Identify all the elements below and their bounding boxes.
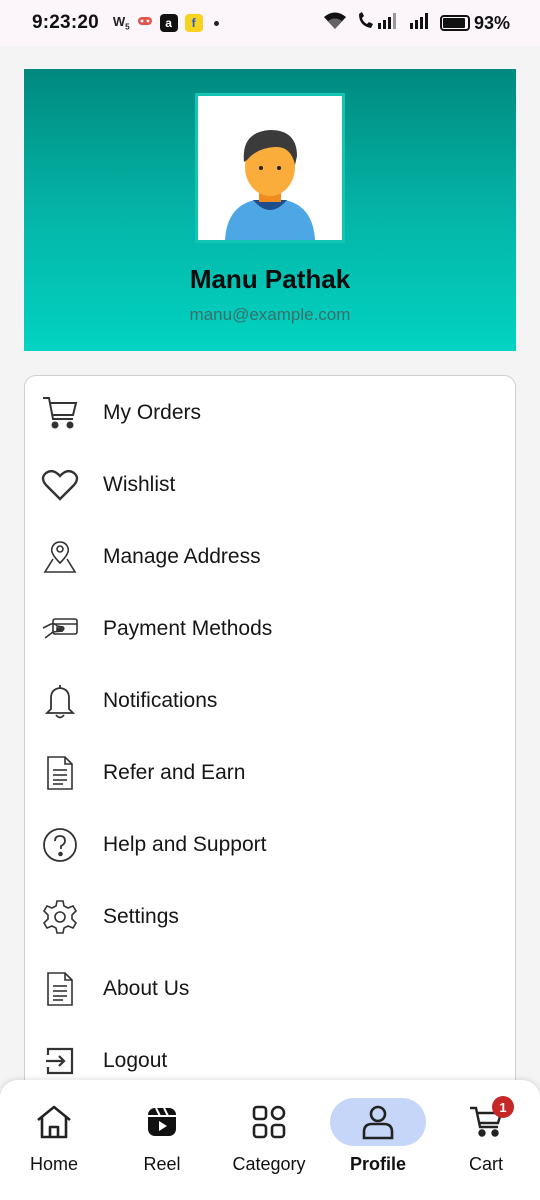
menu-item-payment-methods[interactable]: Payment Methods xyxy=(25,593,515,665)
notification-icons: W5 a f xyxy=(113,14,219,32)
menu-item-label: Payment Methods xyxy=(103,617,273,640)
menu-item-label: My Orders xyxy=(103,401,202,424)
menu-item-label: Notifications xyxy=(103,689,218,712)
wifi-icon xyxy=(322,11,348,36)
status-time: 9:23:20 xyxy=(32,12,99,33)
home-icon xyxy=(34,1102,74,1142)
cart-badge: 1 xyxy=(492,1096,514,1118)
flipkart-icon: f xyxy=(184,14,203,32)
profile-menu: My Orders Wishlist Manage Address Paymen… xyxy=(24,375,516,1115)
signal-icon xyxy=(408,11,432,36)
menu-item-label: Wishlist xyxy=(103,473,176,496)
menu-item-manage-address[interactable]: Manage Address xyxy=(25,521,515,593)
grid-icon xyxy=(249,1102,289,1142)
reel-icon xyxy=(142,1102,182,1142)
menu-item-help-and-support[interactable]: Help and Support xyxy=(25,809,515,881)
document-icon xyxy=(41,754,79,792)
person-avatar-icon xyxy=(225,130,315,240)
nav-label-profile: Profile xyxy=(349,1154,406,1174)
menu-item-notifications[interactable]: Notifications xyxy=(25,665,515,737)
menu-item-wishlist[interactable]: Wishlist xyxy=(25,449,515,521)
document-icon xyxy=(41,970,79,1008)
person-icon xyxy=(358,1102,398,1142)
payment-card-icon xyxy=(41,610,79,648)
avatar[interactable] xyxy=(195,93,345,243)
menu-item-my-orders[interactable]: My Orders xyxy=(25,377,515,449)
game-icon xyxy=(137,14,153,32)
profile-name: Manu Pathak xyxy=(189,264,351,294)
menu-item-label: Settings xyxy=(103,905,179,928)
cart-icon xyxy=(41,394,79,432)
nav-label-category: Category xyxy=(232,1154,306,1174)
menu-item-label: Logout xyxy=(103,1049,168,1072)
gear-icon xyxy=(41,898,79,936)
logout-icon xyxy=(41,1042,79,1080)
help-icon xyxy=(41,826,79,864)
amazon-icon: a xyxy=(159,14,178,32)
status-bar: 9:23:20 W5 a f 93% xyxy=(0,0,540,46)
location-pin-icon xyxy=(41,538,79,576)
nav-label-home: Home xyxy=(29,1154,78,1174)
battery-icon xyxy=(439,15,470,31)
nav-item-category[interactable]: Category xyxy=(219,1080,319,1200)
menu-item-label: About Us xyxy=(103,977,190,1000)
menu-item-refer-and-earn[interactable]: Refer and Earn xyxy=(25,737,515,809)
menu-item-label: Manage Address xyxy=(103,545,261,568)
nav-item-profile[interactable]: Profile xyxy=(328,1080,428,1200)
system-icons: 93% xyxy=(322,11,510,36)
whatsapp-icon: W5 xyxy=(112,14,130,32)
heart-icon xyxy=(41,466,79,504)
bell-icon xyxy=(41,682,79,720)
nav-item-cart[interactable]: 1 Cart xyxy=(436,1080,536,1200)
nav-item-reel[interactable]: Reel xyxy=(112,1080,212,1200)
profile-header: Manu Pathak manu@example.com xyxy=(24,69,516,351)
cart-icon: 1 xyxy=(466,1096,514,1142)
nav-item-home[interactable]: Home xyxy=(4,1080,104,1200)
dot-icon xyxy=(213,20,219,26)
menu-item-label: Refer and Earn xyxy=(103,761,246,784)
menu-item-label: Help and Support xyxy=(103,833,267,856)
menu-item-settings[interactable]: Settings xyxy=(25,881,515,953)
profile-email: manu@example.com xyxy=(189,305,351,324)
call-signal-icon xyxy=(356,11,400,36)
nav-label-reel: Reel xyxy=(143,1154,181,1174)
bottom-nav: Home Reel Category Profile 1 Cart xyxy=(0,1080,540,1200)
battery-indicator: 93% xyxy=(439,12,510,34)
battery-percent: 93% xyxy=(473,12,510,33)
menu-item-about-us[interactable]: About Us xyxy=(25,953,515,1025)
nav-label-cart: Cart xyxy=(468,1154,503,1174)
